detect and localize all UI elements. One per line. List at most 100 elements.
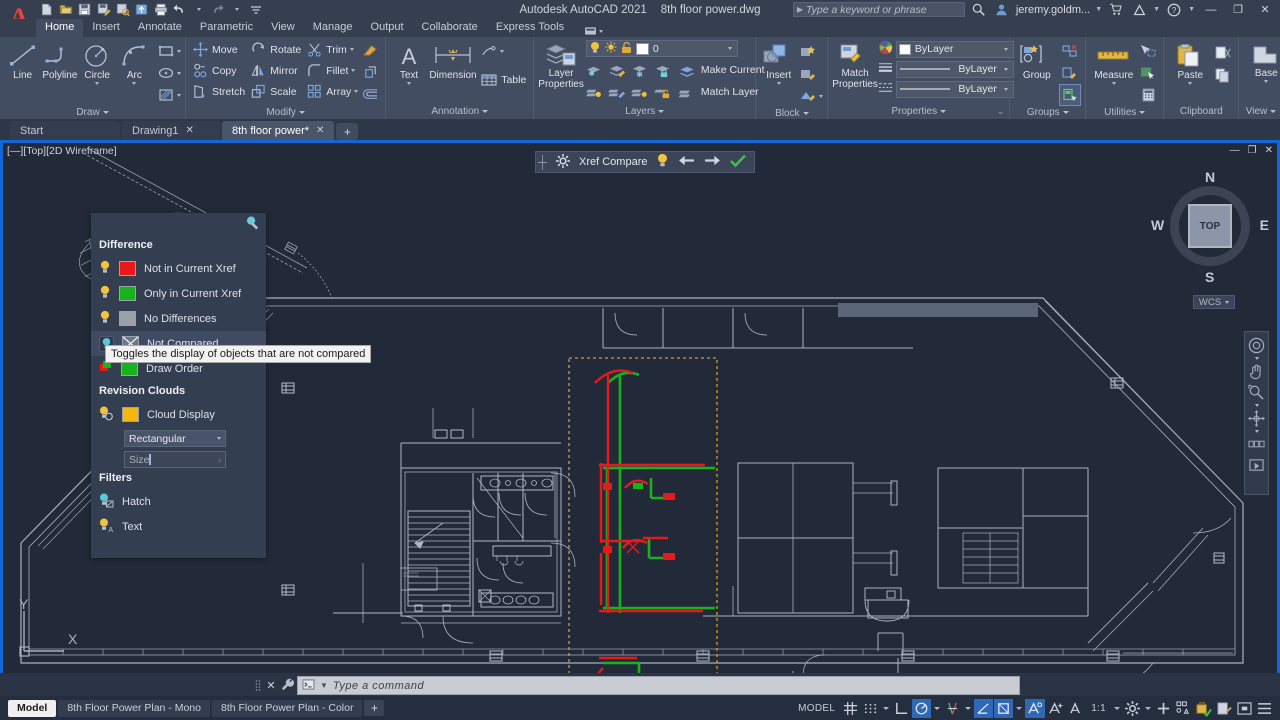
- help-icon[interactable]: ?: [1165, 1, 1183, 18]
- zoom-dropdown-icon[interactable]: [1255, 404, 1259, 407]
- leader-icon[interactable]: [478, 40, 500, 62]
- layer-off-icon[interactable]: [584, 59, 606, 81]
- revision-cloud-size-input[interactable]: Size ›: [124, 451, 226, 468]
- layer-isolate-icon[interactable]: [607, 59, 629, 81]
- quick-select-icon[interactable]: [1137, 40, 1159, 62]
- explode-icon[interactable]: [359, 61, 381, 83]
- unlock-layer-icon[interactable]: [653, 81, 675, 103]
- search-input[interactable]: ▶ Type a keyword or phrase: [793, 2, 965, 17]
- wcs-selector[interactable]: WCS: [1193, 295, 1235, 309]
- layer-properties-button[interactable]: Layer Properties: [538, 39, 584, 90]
- show-motion-icon[interactable]: [1246, 456, 1267, 475]
- hatch-dropdown-icon[interactable]: [177, 94, 181, 97]
- tab-manage[interactable]: Manage: [304, 19, 362, 37]
- text-dropdown-icon[interactable]: [407, 82, 411, 85]
- size-spinner-icon[interactable]: ›: [218, 455, 221, 465]
- doc-tab-8th-floor-power-close-icon[interactable]: ✕: [316, 125, 324, 136]
- thaw-all-layers-icon[interactable]: [630, 81, 652, 103]
- redo-dropdown-icon[interactable]: [228, 1, 245, 18]
- trim-dropdown-icon[interactable]: [350, 48, 354, 51]
- layer-chevron-down-icon[interactable]: [725, 47, 735, 50]
- scale-button[interactable]: Scale: [248, 81, 304, 102]
- panel-title-utilities[interactable]: Utilities: [1086, 106, 1163, 119]
- view-cube[interactable]: TOP N S E W: [1155, 171, 1265, 281]
- redo-icon[interactable]: [209, 1, 226, 18]
- view-cube-south-label[interactable]: S: [1205, 269, 1214, 285]
- command-prompt-icon[interactable]: [302, 679, 315, 693]
- tab-home[interactable]: Home: [36, 19, 83, 37]
- revision-cloud-shape-select[interactable]: Rectangular: [124, 430, 226, 447]
- view-cube-east-label[interactable]: E: [1260, 217, 1269, 233]
- object-snap-icon[interactable]: [943, 699, 962, 718]
- properties-dialog-launcher[interactable]: ⌄: [997, 106, 1005, 117]
- panel-title-layers[interactable]: Layers: [534, 104, 755, 119]
- panel-title-groups[interactable]: Groups: [1010, 106, 1085, 119]
- color-swatch-only-in-current-xref[interactable]: [119, 286, 136, 301]
- polyline-button[interactable]: Polyline: [41, 40, 78, 81]
- arc-button[interactable]: Arc: [116, 40, 153, 85]
- color-swatch-not-in-current-xref[interactable]: [119, 261, 136, 276]
- wrench-icon[interactable]: [281, 678, 293, 694]
- measure-button[interactable]: Measure: [1090, 40, 1137, 85]
- text-button[interactable]: A Text: [390, 40, 427, 85]
- snap-mode-icon[interactable]: [861, 699, 880, 718]
- wcs-chevron-down-icon[interactable]: [1225, 301, 1229, 304]
- mirror-button[interactable]: Mirror: [248, 60, 304, 81]
- autodesk-menu-chevron-down-icon[interactable]: ▼: [1153, 6, 1160, 13]
- annotation-scale-icon[interactable]: [1067, 699, 1085, 718]
- measure-dropdown-icon[interactable]: [1112, 82, 1116, 85]
- panel-title-annotation[interactable]: Annotation: [386, 104, 533, 119]
- command-line-close-icon[interactable]: ✕: [265, 679, 277, 692]
- layer-lock-icon[interactable]: [653, 59, 675, 81]
- make-current-button[interactable]: Make Current: [676, 60, 768, 81]
- command-history-chevron-down-icon[interactable]: ▼: [320, 681, 328, 690]
- toolbar-grip-handle[interactable]: [538, 155, 547, 169]
- color-swatch-cloud-display[interactable]: [122, 407, 139, 422]
- layer-previous-icon[interactable]: [607, 81, 629, 103]
- color-swatch-no-differences[interactable]: [119, 311, 136, 326]
- cut-icon[interactable]: [1212, 42, 1234, 64]
- palette-row-cloud-display[interactable]: Cloud Display: [91, 402, 266, 427]
- doc-tab-drawing1[interactable]: Drawing1 ✕: [122, 121, 220, 140]
- new-document-tab-button[interactable]: +: [336, 123, 358, 140]
- new-layout-button[interactable]: +: [364, 700, 384, 716]
- command-input[interactable]: ▼ Type a command: [297, 676, 1020, 695]
- doc-tab-start[interactable]: Start: [10, 121, 120, 140]
- trim-button[interactable]: Trim: [304, 39, 350, 60]
- palette-row-hatch-filter[interactable]: Hatch: [91, 489, 266, 514]
- group-button[interactable]: Group: [1014, 40, 1059, 81]
- offset-icon[interactable]: [359, 83, 381, 105]
- layer-unlock-icon[interactable]: [621, 41, 632, 57]
- panel-title-draw[interactable]: Draw: [0, 106, 185, 119]
- grid-display-icon[interactable]: [841, 699, 860, 718]
- paste-dropdown-icon[interactable]: [1188, 82, 1192, 85]
- isolate-objects-icon[interactable]: [1174, 699, 1193, 718]
- turn-all-layers-on-icon[interactable]: [584, 81, 606, 103]
- fullscreen-icon[interactable]: [1235, 699, 1254, 718]
- settings-gear-icon[interactable]: [556, 154, 570, 171]
- fillet-button[interactable]: Fillet: [304, 60, 351, 81]
- layer-freeze-sun-icon[interactable]: [605, 41, 617, 56]
- palette-row-text-filter[interactable]: A Text: [91, 514, 266, 539]
- object-color-selector[interactable]: ByLayer: [896, 41, 1014, 58]
- hardware-accel-icon[interactable]: [1194, 699, 1214, 718]
- panel-title-modify[interactable]: Modify: [186, 105, 385, 119]
- ungroup-icon[interactable]: [1059, 40, 1081, 62]
- base-dropdown-icon[interactable]: [1264, 80, 1268, 83]
- otrack-icon[interactable]: [974, 699, 993, 718]
- ellipse-dropdown-icon[interactable]: [177, 72, 181, 75]
- steering-wheel-icon[interactable]: [1246, 336, 1267, 355]
- array-button[interactable]: Array: [304, 81, 354, 102]
- cloud-sync-icon[interactable]: [133, 1, 150, 18]
- color-swatch-draw-order[interactable]: [121, 361, 138, 376]
- tab-parametric[interactable]: Parametric: [191, 19, 262, 37]
- lightbulb-icon[interactable]: [656, 153, 669, 171]
- rotate-button[interactable]: Rotate: [248, 39, 304, 60]
- linetype-selector[interactable]: ByLayer: [896, 61, 1014, 78]
- undo-icon[interactable]: [171, 1, 188, 18]
- next-arrow-icon[interactable]: [704, 154, 721, 170]
- dimension-button[interactable]: Dimension: [428, 40, 478, 81]
- zoom-extents-icon[interactable]: [1246, 383, 1267, 402]
- plot-icon[interactable]: [152, 1, 169, 18]
- orbit-dropdown-icon[interactable]: [1255, 430, 1259, 433]
